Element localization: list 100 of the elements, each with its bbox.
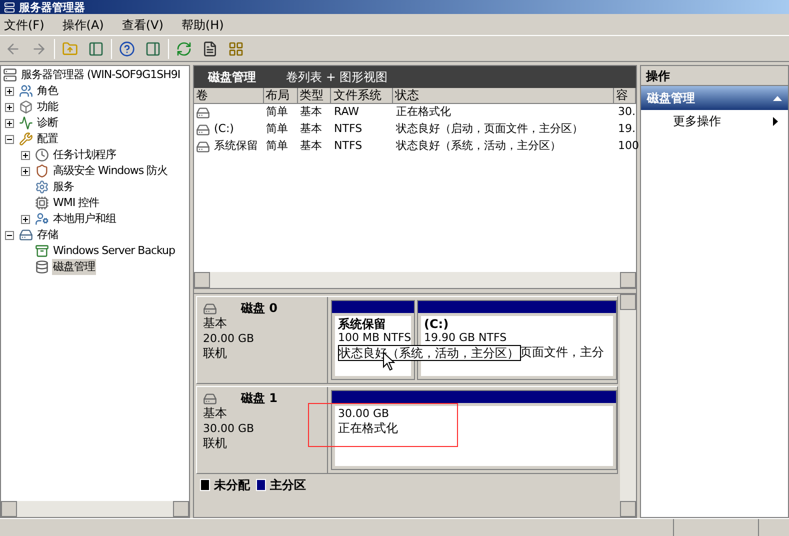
partition-size: 30.00 GB [338,407,390,421]
table-cell-text: 基本 [300,138,322,154]
scroll-right-button[interactable] [173,501,189,517]
tree-item[interactable]: 高级安全 Windows 防火 [52,162,169,180]
table-cell-text: 正在格式化 [396,104,451,120]
partition-name: 系统保留 [338,317,386,331]
column-header[interactable]: 布局 [264,88,298,104]
table-cell-text: NTFS [334,138,362,154]
menu-item[interactable]: 帮助(H) [181,16,224,34]
partition-name: (C:) [424,317,449,331]
table-cell-text: 简单 [266,138,288,154]
table-cell-text: 简单 [266,121,288,138]
column-header[interactable]: 容 [614,88,636,104]
expand-icon[interactable] [5,118,14,128]
table-cell-text: 状态良好（系统，活动，主分区） [396,138,561,154]
expand-icon[interactable] [21,214,30,224]
tree-item[interactable]: 配置 [36,130,59,148]
expand-icon[interactable] [5,86,14,96]
server-icon [4,2,15,12]
disk-info[interactable]: 磁盘 1 基本 30.00 GB 联机 [197,387,327,473]
users-icon [19,84,33,98]
collapse-icon[interactable] [5,230,14,240]
disk-name: 磁盘 0 [241,301,278,316]
horizontal-scrollbar[interactable] [1,501,189,517]
expand-icon[interactable] [5,102,14,112]
vertical-scrollbar[interactable] [620,294,636,517]
menu-item[interactable]: 查看(V) [122,16,164,34]
gear-icon [35,180,49,194]
tree-item[interactable]: 存储 [36,226,59,244]
grid-icon [228,40,244,56]
action-item[interactable]: 更多操作 [641,110,788,132]
table-cell-text: 19. [618,121,636,138]
server-icon [3,68,17,82]
column-header[interactable]: 状态 [393,88,614,104]
scroll-right-button[interactable] [620,272,636,288]
activity-icon [19,116,33,130]
disk-size: 20.00 GB [203,331,254,346]
tree-item[interactable]: 本地用户和组 [52,210,117,228]
actions-section-header[interactable]: 磁盘管理 [641,86,788,110]
table-cell-text: 100 [618,138,639,154]
pane-splitter[interactable] [194,288,636,294]
archive-icon [35,244,49,258]
table-cell-text: 基本 [300,104,322,120]
legend-label: 未分配 [214,477,250,494]
table-cell-text: 状态良好（启动，页面文件，主分区） [396,121,583,138]
disk-status: 联机 [203,346,227,361]
column-header[interactable]: 类型 [298,88,332,104]
tree-item[interactable]: 诊断 [36,114,59,132]
view-label: 卷列表 + 图形视图 [286,69,388,86]
drive-icon [196,140,210,154]
partition-size: 100 MB NTFS [338,331,412,345]
partition[interactable]: 30.00 GB 正在格式化 [331,390,617,470]
menu-item[interactable]: 文件(F) [4,16,44,34]
user-gear-icon [35,212,49,226]
partition-size: 19.90 GB NTFS [424,331,507,345]
table-cell-text: RAW [334,104,359,120]
tree-item[interactable]: Windows Server Backup [52,242,176,260]
tree-item[interactable]: 角色 [36,82,59,100]
partition-status: 正在格式化 [338,421,398,435]
disk-status: 联机 [203,436,227,451]
shield-icon [35,164,49,178]
disk-info[interactable]: 磁盘 0 基本 20.00 GB 联机 [197,297,327,383]
box-icon [19,100,33,114]
scroll-left-button[interactable] [194,272,210,288]
expand-icon[interactable] [21,150,30,160]
window-title: 服务器管理器 [19,2,85,12]
forward-arrow-icon [31,40,47,56]
table-cell-text: 简单 [266,104,288,120]
legend-label: 主分区 [270,477,306,494]
tree-item[interactable]: 服务 [52,178,75,196]
column-header[interactable]: 文件系统 [331,88,394,104]
horizontal-scrollbar[interactable] [194,272,636,288]
tree-item[interactable]: 磁盘管理 [52,258,96,276]
tree-item[interactable]: WMI 控件 [52,194,100,212]
pane-title: 磁盘管理 [208,69,256,86]
scroll-left-button[interactable] [1,501,17,517]
action-pane-icon [145,40,161,56]
table-cell-text: (C:) [214,121,234,138]
tree-pane-icon [88,40,104,56]
folder-up-icon [62,40,78,56]
help-icon [119,40,135,56]
table-cell-text: 基本 [300,121,322,138]
actions-title: 操作 [646,68,670,84]
disk-size: 30.00 GB [203,421,254,436]
disk-type: 基本 [203,316,227,331]
drive-icon [19,228,33,242]
tree-item[interactable]: 任务计划程序 [52,146,117,164]
clock-icon [35,148,49,162]
column-header[interactable]: 卷 [194,88,264,104]
tree-item[interactable]: 服务器管理器 (WIN-SOF9G1SH9I [20,66,182,84]
disk-type: 基本 [203,406,227,421]
drive-icon [196,122,210,136]
expand-icon[interactable] [21,166,30,176]
tree-item[interactable]: 功能 [36,98,59,116]
table-cell-text: NTFS [334,121,362,138]
properties-icon [202,40,218,56]
partition-status: 页面文件，主分 [520,345,604,359]
menu-item[interactable]: 操作(A) [62,16,104,34]
drive-icon [196,106,210,120]
collapse-icon[interactable] [5,134,14,144]
